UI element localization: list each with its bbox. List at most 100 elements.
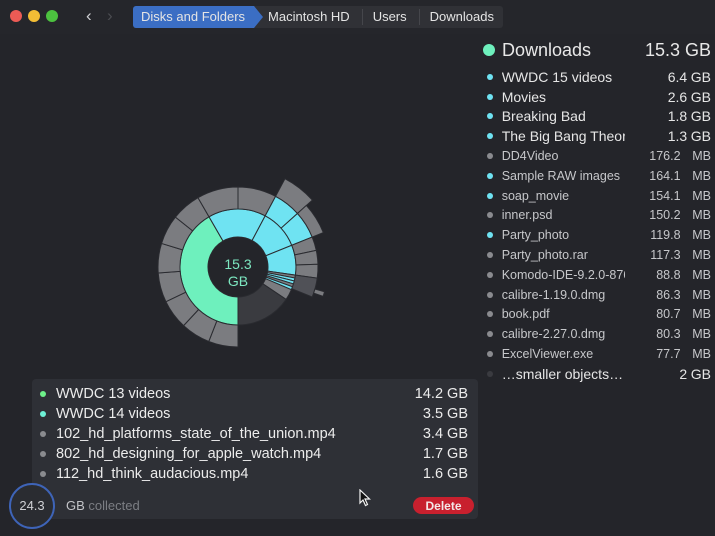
item-size-value: 88.8 [656, 267, 681, 282]
item-size-unit: GB [690, 88, 711, 105]
item-color-dot [487, 172, 493, 179]
close-window-button[interactable] [10, 10, 22, 22]
segment-small-child[interactable] [291, 274, 318, 298]
delete-button[interactable]: Delete [413, 497, 474, 514]
chevron-right-icon[interactable]: › [107, 6, 113, 26]
item-color-dot [40, 411, 46, 417]
folder-item[interactable]: WWDC 15 videos 6.4 GB [483, 67, 711, 87]
folder-item[interactable]: Party_photo.rar 117.3 MB [483, 245, 711, 265]
collected-item[interactable]: WWDC 14 videos 3.5 GB [32, 404, 468, 424]
item-size-value: 154.1 [649, 188, 681, 203]
folder-item[interactable]: soap_movie 154.1 MB [483, 186, 711, 206]
item-size-unit: MB [692, 327, 711, 342]
item-size-value: 86.3 [656, 287, 681, 302]
collected-text: collected [88, 498, 140, 513]
item-size: 1.7 GB [422, 446, 468, 462]
item-size-unit: MB [692, 307, 711, 322]
item-name: calibre-2.27.0.dmg [501, 327, 606, 342]
folder-header[interactable]: Downloads 15.3 GB [483, 38, 711, 62]
item-size-unit: MB [692, 287, 711, 302]
collected-total-badge: 24.3 [9, 483, 55, 529]
item-name: calibre-1.19.0.dmg [501, 287, 606, 302]
item-name: inner.psd [501, 208, 553, 223]
minimize-window-button[interactable] [28, 10, 40, 22]
center-unit: GB [227, 273, 249, 289]
item-size-value: 2.6 [667, 88, 688, 105]
item-color-dot [487, 113, 493, 120]
center-value: 15.3 [224, 256, 252, 272]
item-size-unit: GB [690, 108, 711, 125]
item-size: 1.6 GB [422, 466, 468, 482]
folder-contents-panel: Downloads 15.3 GB WWDC 15 videos 6.4 GB Mov… [483, 38, 711, 384]
folder-item-list: WWDC 15 videos 6.4 GB Movies 2.6 GB Breaking B… [483, 67, 711, 384]
item-color-dot [487, 311, 493, 318]
item-name: DD4Video [501, 149, 559, 164]
folder-item[interactable]: Komodo-IDE-9.2.0-876 88.8 MB [483, 265, 711, 285]
collected-item[interactable]: 102_hd_platforms_state_of_the_union.mp4 3… [32, 424, 468, 444]
item-size: 3.5 GB [422, 406, 468, 422]
item-name: soap_movie [501, 188, 570, 203]
breadcrumb-downloads[interactable]: Downloads [416, 6, 503, 28]
folder-item[interactable]: ExcelViewer.exe 77.7 MB [483, 344, 711, 364]
item-name: …smaller objects… [501, 365, 624, 382]
segment-thin-grandchild[interactable] [313, 288, 326, 297]
folder-item[interactable]: The Big Bang Theory 1.3 GB [483, 126, 711, 146]
item-name: 102_hd_platforms_state_of_the_union.mp4 [56, 426, 336, 442]
item-color-dot [487, 153, 493, 160]
item-size-value: 6.4 [667, 68, 688, 85]
breadcrumb-disks-and-folders[interactable]: Disks and Folders [133, 6, 264, 28]
folder-item[interactable]: …smaller objects… 2 GB [483, 364, 711, 384]
chevron-left-icon[interactable]: ‹ [86, 6, 92, 26]
item-name: 112_hd_think_audacious.mp4 [56, 466, 249, 482]
item-name: The Big Bang Theory [501, 128, 626, 145]
collected-item[interactable]: 802_hd_designing_for_apple_watch.mp4 1.7 … [32, 444, 468, 464]
item-size-value: 80.3 [656, 327, 681, 342]
zoom-window-button[interactable] [46, 10, 58, 22]
breadcrumb-macintosh-hd[interactable]: Macintosh HD [254, 6, 363, 28]
item-size: 3.4 GB [422, 426, 468, 442]
mouse-cursor-icon [359, 489, 371, 507]
item-size-value: 77.7 [656, 347, 681, 362]
item-size-value: 2 [679, 365, 688, 382]
item-size-unit: GB [690, 365, 711, 382]
folder-item[interactable]: inner.psd 150.2 MB [483, 206, 711, 226]
item-color-dot [487, 133, 493, 140]
item-size-unit: MB [692, 248, 711, 263]
item-size-unit: MB [692, 208, 711, 223]
item-size-value: 119.8 [650, 228, 681, 243]
folder-item[interactable]: calibre-2.27.0.dmg 80.3 MB [483, 324, 711, 344]
item-name: Party_photo.rar [501, 248, 588, 263]
item-size-unit: MB [692, 228, 711, 243]
folder-item[interactable]: DD4Video 176.2 MB [483, 146, 711, 166]
item-size-value: 117.3 [650, 248, 681, 263]
folder-size: 15.3 GB [644, 39, 711, 60]
collected-label: GB collected [66, 498, 140, 513]
breadcrumb-users[interactable]: Users [359, 6, 420, 28]
item-name: book.pdf [501, 307, 550, 322]
folder-item[interactable]: Party_photo 119.8 MB [483, 225, 711, 245]
item-size-value: 164.1 [649, 168, 681, 183]
item-size-unit: MB [692, 149, 711, 164]
item-color-dot [40, 431, 46, 437]
item-size-value: 176.2 [649, 149, 681, 164]
item-name: Komodo-IDE-9.2.0-876 [501, 267, 626, 282]
folder-item[interactable]: Sample RAW images 164.1 MB [483, 166, 711, 186]
item-size-value: 1.3 [667, 128, 688, 145]
collected-unit: GB [66, 498, 85, 513]
title-bar: ‹ › Disks and Folders Macintosh HD Users… [0, 0, 715, 34]
item-color-dot [487, 192, 493, 199]
item-name: Sample RAW images [501, 168, 621, 183]
folder-item[interactable]: Breaking Bad 1.8 GB [483, 107, 711, 127]
folder-item[interactable]: book.pdf 80.7 MB [483, 305, 711, 325]
sunburst-center-label[interactable]: 15.3 GB [208, 256, 268, 290]
collected-item[interactable]: 112_hd_think_audacious.mp4 1.6 GB [32, 464, 468, 484]
item-name: WWDC 13 videos [56, 386, 171, 402]
item-name: WWDC 14 videos [56, 406, 171, 422]
folder-item[interactable]: calibre-1.19.0.dmg 86.3 MB [483, 285, 711, 305]
item-size-value: 1.8 [667, 108, 688, 125]
folder-item[interactable]: Movies 2.6 GB [483, 87, 711, 107]
item-color-dot [487, 252, 493, 259]
item-color-dot [40, 471, 46, 477]
item-name: Movies [501, 88, 547, 105]
collected-item[interactable]: WWDC 13 videos 14.2 GB [32, 384, 468, 404]
